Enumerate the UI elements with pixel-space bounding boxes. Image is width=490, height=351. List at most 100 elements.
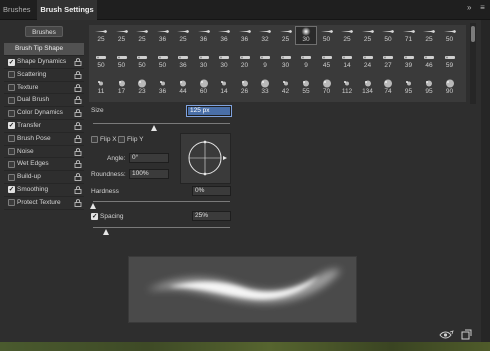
brush-preset[interactable]: 14 (214, 79, 234, 96)
brush-preset[interactable]: 25 (419, 27, 439, 44)
size-slider-thumb[interactable] (151, 125, 158, 131)
brush-preset[interactable]: 36 (235, 27, 255, 44)
lock-icon[interactable] (74, 58, 82, 66)
brush-preset[interactable]: 11 (91, 79, 111, 96)
lock-icon[interactable] (74, 83, 82, 92)
brush-preset[interactable]: 32 (255, 27, 275, 44)
brush-tip-shape-item[interactable]: Brush Tip Shape (4, 43, 84, 56)
brush-preset[interactable]: 17 (112, 79, 132, 96)
spacing-checkbox[interactable]: ✓ (91, 213, 98, 220)
brush-preset[interactable]: 33 (255, 79, 275, 96)
brush-preset[interactable]: 25 (132, 27, 152, 44)
brush-preset[interactable]: 90 (440, 79, 460, 96)
setting-checkbox[interactable] (8, 84, 15, 92)
setting-item-color-dynamics[interactable]: Color Dynamics (4, 107, 84, 120)
lock-icon[interactable] (74, 122, 82, 130)
lock-icon[interactable] (74, 96, 82, 105)
brush-preset[interactable]: 44 (173, 79, 193, 96)
brush-preset[interactable]: 95 (419, 79, 439, 96)
brush-preset[interactable]: 50 (132, 53, 152, 70)
brush-preset[interactable]: 25 (112, 27, 132, 44)
brush-preset[interactable]: 36 (194, 27, 214, 44)
brush-preset[interactable]: 30 (295, 26, 317, 45)
setting-item-brush-pose[interactable]: Brush Pose (4, 133, 84, 146)
brush-preset[interactable]: 25 (358, 27, 378, 44)
brush-preset[interactable]: 9 (296, 53, 316, 70)
setting-item-texture[interactable]: Texture (4, 82, 84, 95)
brush-preset[interactable]: 134 (358, 79, 378, 96)
brush-preset[interactable]: 36 (173, 53, 193, 70)
setting-checkbox[interactable] (8, 199, 15, 207)
setting-item-noise[interactable]: Noise (4, 146, 84, 159)
brush-preset[interactable]: 25 (173, 27, 193, 44)
setting-checkbox[interactable] (8, 160, 15, 168)
hardness-slider-thumb[interactable] (89, 203, 96, 209)
brush-preset[interactable]: 24 (358, 53, 378, 70)
setting-checkbox[interactable] (8, 71, 15, 79)
panel-menu-icon[interactable]: ≡ (477, 3, 488, 12)
lock-icon[interactable] (74, 147, 82, 156)
setting-item-transfer[interactable]: ✓ Transfer (4, 120, 84, 133)
setting-checkbox[interactable] (8, 148, 15, 156)
spacing-slider-thumb[interactable] (103, 229, 110, 235)
brush-preset[interactable]: 42 (276, 79, 296, 96)
lock-icon[interactable] (74, 135, 82, 143)
brush-preset[interactable]: 23 (132, 79, 152, 96)
brush-preset[interactable]: 20 (235, 53, 255, 70)
brush-preset[interactable]: 27 (378, 53, 398, 70)
flip-y-checkbox[interactable] (118, 136, 125, 143)
brush-preset[interactable]: 25 (91, 27, 111, 44)
setting-checkbox[interactable] (8, 135, 15, 143)
setting-item-scattering[interactable]: Scattering (4, 69, 84, 82)
brush-preset[interactable]: 50 (317, 27, 337, 44)
brush-preset[interactable]: 112 (337, 79, 357, 96)
tab-brushes[interactable]: Brushes (3, 0, 37, 20)
setting-checkbox[interactable]: ✓ (8, 122, 15, 130)
brush-preset[interactable]: 50 (378, 27, 398, 44)
setting-item-wet-edges[interactable]: Wet Edges (4, 158, 84, 172)
collapse-icon[interactable]: » (464, 3, 475, 12)
lock-icon[interactable] (74, 198, 82, 207)
brush-grid-scrollbar[interactable] (470, 23, 476, 104)
lock-icon[interactable] (74, 173, 82, 182)
brush-preset[interactable]: 50 (440, 27, 460, 44)
brush-preset[interactable]: 36 (214, 27, 234, 44)
create-new-brush-icon[interactable] (461, 329, 472, 340)
hardness-field[interactable]: 0% (192, 186, 231, 196)
size-field[interactable]: 125 px (186, 105, 232, 117)
lock-icon[interactable] (74, 109, 82, 118)
brush-preset[interactable]: 30 (214, 53, 234, 70)
brush-preset[interactable]: 95 (399, 79, 419, 96)
brush-preset[interactable]: 30 (276, 53, 296, 70)
brush-preset[interactable]: 45 (317, 53, 337, 70)
brush-preset[interactable]: 55 (296, 79, 316, 96)
setting-checkbox[interactable] (8, 96, 15, 104)
lock-icon[interactable] (74, 160, 82, 169)
brush-preset[interactable]: 70 (317, 79, 337, 96)
brush-preset[interactable]: 39 (399, 53, 419, 70)
brush-preset[interactable]: 59 (440, 53, 460, 70)
brush-preset[interactable]: 60 (194, 79, 214, 96)
setting-item-build-up[interactable]: Build-up (4, 171, 84, 184)
brush-preset[interactable]: 26 (235, 79, 255, 96)
angle-roundness-dial[interactable] (180, 133, 231, 184)
brush-preset[interactable]: 50 (153, 53, 173, 70)
brush-preset[interactable]: 36 (153, 27, 173, 44)
lock-icon[interactable] (74, 186, 82, 194)
brush-preset[interactable]: 46 (419, 53, 439, 70)
setting-checkbox[interactable]: ✓ (8, 58, 15, 66)
setting-checkbox[interactable] (8, 173, 15, 181)
roundness-field[interactable]: 100% (129, 169, 169, 179)
toggle-live-tip-preview-icon[interactable] (439, 330, 454, 339)
brush-preset[interactable]: 50 (112, 53, 132, 70)
angle-field[interactable]: 0° (129, 153, 169, 163)
spacing-field[interactable]: 25% (192, 211, 231, 221)
setting-item-shape-dynamics[interactable]: ✓ Shape Dynamics (4, 56, 84, 69)
brush-preset[interactable]: 74 (378, 79, 398, 96)
brush-preset[interactable]: 71 (399, 27, 419, 44)
brush-preset[interactable]: 50 (91, 53, 111, 70)
setting-checkbox[interactable]: ✓ (8, 186, 15, 194)
brushes-button[interactable]: Brushes (25, 26, 63, 37)
lock-icon[interactable] (74, 71, 82, 79)
brush-preset[interactable]: 25 (276, 27, 296, 44)
